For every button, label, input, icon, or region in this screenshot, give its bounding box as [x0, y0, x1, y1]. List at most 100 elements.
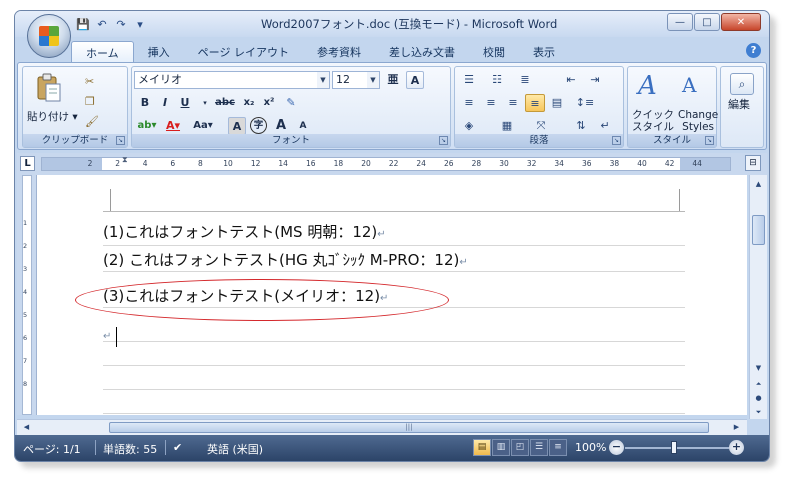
tab-references[interactable]: 参考資料 — [303, 41, 375, 63]
document-page[interactable]: (1)これはフォントテスト(MS 明朝：12)↵ (2) これはフォントテスト(… — [39, 175, 747, 415]
change-case-button[interactable]: Aa▾ — [188, 117, 218, 135]
cut-icon[interactable]: ✂ — [85, 75, 99, 89]
clear-formatting-icon[interactable]: ✎ — [282, 94, 300, 112]
zoom-slider-thumb[interactable] — [671, 441, 677, 454]
text-line-1[interactable]: (1)これはフォントテスト(MS 明朝：12)↵ — [103, 221, 386, 242]
horizontal-scroll-thumb[interactable]: ||| — [109, 422, 709, 433]
bullets-icon[interactable]: ☰ — [459, 71, 479, 89]
vertical-scroll-thumb[interactable] — [752, 215, 765, 245]
text-cursor — [116, 327, 117, 347]
zoom-in-icon[interactable]: + — [729, 440, 744, 455]
undo-icon[interactable]: ↶ — [94, 16, 110, 32]
zoom-level[interactable]: 100% — [575, 441, 606, 454]
browse-object-icon[interactable]: ● — [751, 391, 766, 406]
quick-styles-button[interactable]: クイック スタイル — [632, 109, 674, 133]
print-layout-icon[interactable]: ▤ — [473, 439, 491, 456]
close-button[interactable]: ✕ — [721, 13, 761, 31]
view-ruler-icon[interactable]: ⊟ — [745, 155, 761, 171]
borders-icon[interactable]: ▦ — [497, 117, 517, 135]
binoculars-icon[interactable]: ⌕ — [730, 73, 754, 95]
numbering-icon[interactable]: ☷ — [487, 71, 507, 89]
bold-button[interactable]: B — [136, 94, 154, 112]
word-count-status[interactable]: 単語数: 55 — [103, 441, 157, 457]
language-status[interactable]: 英語 (米国) — [207, 441, 263, 457]
text-line-2[interactable]: (2) これはフォントテスト(HG 丸ｺﾞｼｯｸ M-PRO：12)↵ — [103, 249, 468, 270]
tab-home[interactable]: ホーム — [71, 41, 134, 63]
horizontal-ruler[interactable]: ⧗ 2 2 4 6 8 10 12 14 16 18 20 22 24 26 28 30 32 34 36 38 40 4… — [41, 155, 731, 173]
show-marks-icon[interactable]: ↵ — [595, 117, 615, 135]
italic-button[interactable]: I — [156, 94, 174, 112]
clipboard-launcher-icon[interactable]: ↘ — [116, 136, 125, 145]
tab-review[interactable]: 校閲 — [469, 41, 519, 63]
save-icon[interactable]: 💾 — [75, 16, 91, 32]
paste-icon[interactable] — [35, 73, 63, 103]
justify-icon[interactable]: ≡ — [525, 94, 545, 112]
increase-indent-icon[interactable]: ⇥ — [585, 71, 605, 89]
customize-qat-icon[interactable]: ▾ — [132, 16, 148, 32]
decrease-indent-icon[interactable]: ⇤ — [561, 71, 581, 89]
align-center-icon[interactable]: ≡ — [481, 94, 501, 112]
page-count-status[interactable]: ページ: 1/1 — [23, 441, 81, 457]
maximize-button[interactable]: □ — [694, 13, 720, 31]
proofing-icon[interactable]: ✔ — [173, 441, 182, 454]
grow-font-button[interactable]: A — [272, 117, 290, 135]
superscript-button[interactable]: x² — [260, 94, 278, 112]
scroll-down-icon[interactable]: ▼ — [751, 361, 766, 376]
line-spacing-icon[interactable]: ↕≡ — [575, 94, 595, 112]
enclose-char-button[interactable]: 字 — [250, 117, 267, 134]
vertical-scrollbar[interactable]: ▲ ▼ ⏶ ● ⏷ — [749, 175, 767, 419]
tab-page-layout[interactable]: ページ レイアウト — [184, 41, 303, 63]
next-page-icon[interactable]: ⏷ — [751, 405, 766, 420]
zoom-out-icon[interactable]: − — [609, 440, 624, 455]
redo-icon[interactable]: ↷ — [113, 16, 129, 32]
format-painter-icon[interactable]: 🖌 — [85, 115, 99, 129]
font-color-button[interactable]: A▾ — [162, 117, 184, 135]
change-styles-icon[interactable]: A — [682, 73, 696, 97]
highlight-button[interactable]: ab▾ — [136, 117, 158, 135]
multilevel-list-icon[interactable]: ≣ — [515, 71, 535, 89]
previous-page-icon[interactable]: ⏶ — [751, 377, 766, 392]
change-styles-button[interactable]: Change Styles — [678, 109, 718, 133]
shrink-font-button[interactable]: A — [294, 117, 312, 135]
styles-launcher-icon[interactable]: ↘ — [705, 136, 714, 145]
minimize-button[interactable]: — — [667, 13, 693, 31]
underline-button[interactable]: U — [176, 94, 194, 112]
font-name-combo[interactable]: メイリオ ▼ — [134, 71, 330, 89]
scroll-right-icon[interactable]: ▶ — [729, 420, 744, 435]
sort-icon[interactable]: ⇅ — [571, 117, 591, 135]
outline-view-icon[interactable]: ☰ — [530, 439, 548, 456]
help-icon[interactable]: ? — [746, 43, 761, 58]
tab-view[interactable]: 表示 — [519, 41, 569, 63]
shading-icon[interactable]: ◈ — [459, 117, 479, 135]
copy-icon[interactable]: ❐ — [85, 95, 99, 109]
paste-button[interactable]: 貼り付け ▾ — [27, 109, 78, 124]
align-left-icon[interactable]: ≡ — [459, 94, 479, 112]
editing-button[interactable]: 編集 — [728, 99, 750, 111]
char-border-button[interactable]: A — [406, 71, 424, 89]
font-launcher-icon[interactable]: ↘ — [439, 136, 448, 145]
web-layout-icon[interactable]: ◰ — [511, 439, 529, 456]
distributed-icon[interactable]: ▤ — [547, 94, 567, 112]
scroll-up-icon[interactable]: ▲ — [751, 177, 766, 192]
subscript-button[interactable]: x₂ — [240, 94, 258, 112]
paragraph-group-label: 段落 — [455, 134, 623, 147]
draft-view-icon[interactable]: ≡ — [549, 439, 567, 456]
asian-layout-icon[interactable]: ⤧ — [531, 117, 551, 135]
paragraph-launcher-icon[interactable]: ↘ — [612, 136, 621, 145]
quick-styles-icon[interactable]: A — [638, 71, 657, 101]
strikethrough-button[interactable]: abc — [212, 94, 238, 112]
horizontal-scrollbar[interactable]: ◀ ||| ▶ — [17, 419, 747, 435]
tab-insert[interactable]: 挿入 — [134, 41, 184, 63]
align-right-icon[interactable]: ≡ — [503, 94, 523, 112]
font-size-combo[interactable]: 12 ▼ — [332, 71, 380, 89]
phonetic-guide-button[interactable]: 亜 — [384, 71, 402, 89]
char-shading-button[interactable]: A — [228, 117, 246, 135]
office-button[interactable] — [27, 14, 71, 58]
scroll-left-icon[interactable]: ◀ — [19, 420, 34, 435]
zoom-slider[interactable] — [625, 447, 729, 449]
indent-marker-icon[interactable]: ⧗ — [122, 155, 130, 173]
tab-mailings[interactable]: 差し込み文書 — [375, 41, 469, 63]
tab-selector-icon[interactable]: L — [20, 156, 35, 171]
full-screen-reading-icon[interactable]: ▥ — [492, 439, 510, 456]
ruler-bar: L ⧗ 2 2 4 6 8 10 12 14 16 18 20 22 24 26 28 30 32 34 36 38 4… — [17, 153, 767, 175]
